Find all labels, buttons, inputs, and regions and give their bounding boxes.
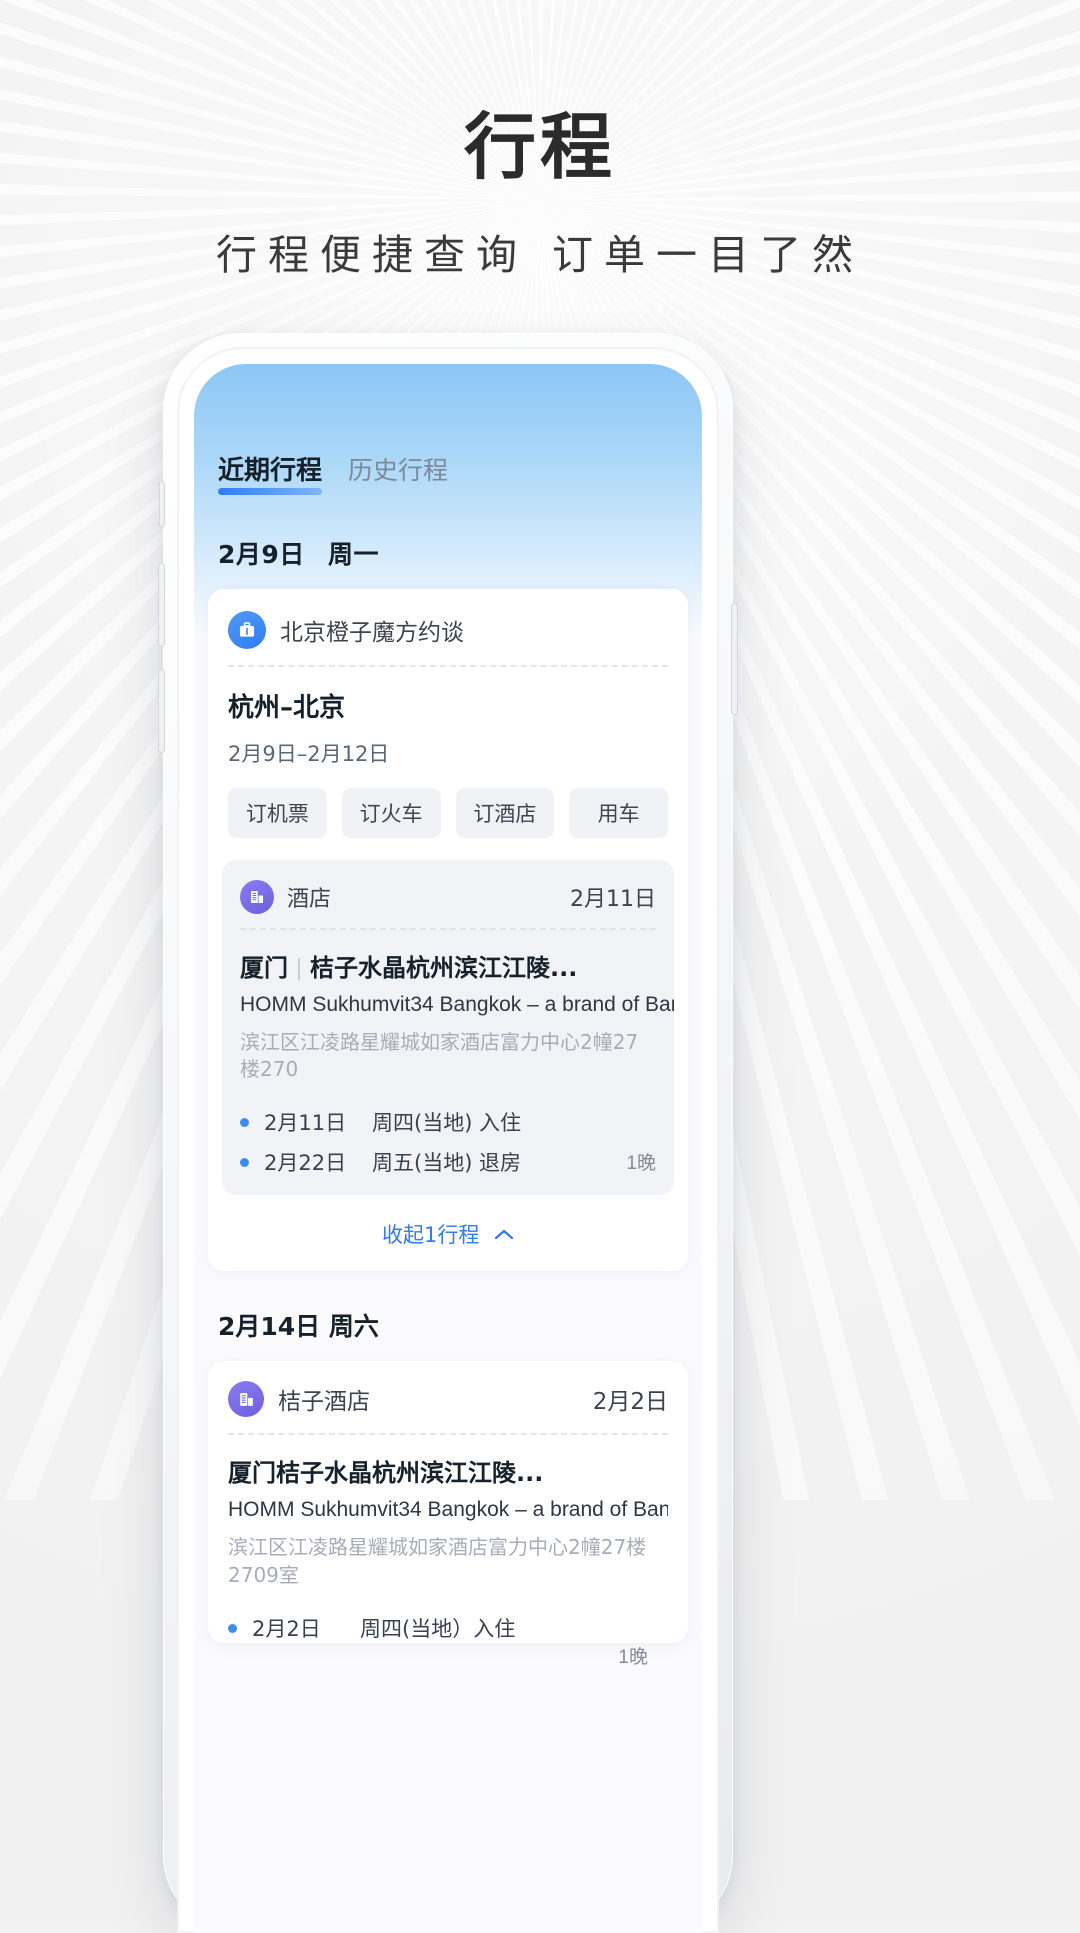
power-button[interactable] xyxy=(731,603,738,715)
day-header-1-date: 2月9日 xyxy=(218,540,305,569)
bullet-dot-icon xyxy=(228,1623,237,1633)
hotel-stay-rows: 2月11日 周四(当地) 入住 2月22日 周五(当地) 退房 1晚 xyxy=(222,1083,674,1177)
trip-date-range: 2月9日–2月12日 xyxy=(228,742,390,766)
nights-count: 1晚 xyxy=(626,1153,656,1174)
hotel-card-body: 厦门桔子水晶杭州滨江江陵... HOMM Sukhumvit34 Bangkok… xyxy=(208,1435,688,1668)
day-header-2-date: 2月14日 xyxy=(218,1312,321,1341)
hotel-type-label: 酒店 xyxy=(287,887,332,912)
hotel-card-stay-rows: 2月2日 周四(当地）入住 1晚 xyxy=(228,1589,668,1668)
bullet-dot-icon xyxy=(240,1157,249,1167)
book-car-button[interactable]: 用车 xyxy=(569,788,668,838)
hotel-card-name-en: HOMM Sukhumvit34 Bangkok – a brand of Ba… xyxy=(228,1498,668,1521)
app-content: 近期行程 历史行程 2月9日 周一 北京橙子魔方约谈 杭州–北京 2月9日–2月… xyxy=(194,364,702,1668)
checkout-row: 2月22日 周五(当地) 退房 xyxy=(240,1147,656,1177)
day-header-2: 2月14日 周六 xyxy=(194,1271,702,1343)
collapse-label: 收起1行程 xyxy=(381,1223,480,1247)
suitcase-icon xyxy=(228,611,266,649)
page-title: 行程 xyxy=(463,105,616,189)
checkout-detail: 周五(当地) 退房 xyxy=(372,1151,522,1175)
trip-route: 杭州–北京 xyxy=(228,693,346,723)
hotel-city: 厦门 xyxy=(240,954,288,982)
hotel-icon xyxy=(240,880,274,914)
hotel-card-header: 桔子酒店 2月2日 xyxy=(208,1379,688,1417)
day-header-2-weekday: 周六 xyxy=(328,1312,379,1341)
bullet-dot-icon xyxy=(240,1117,249,1127)
phone-bezel: 近期行程 历史行程 2月9日 周一 北京橙子魔方约谈 杭州–北京 2月9日–2月… xyxy=(177,347,719,1933)
checkout-date: 2月22日 xyxy=(264,1151,347,1175)
collapse-trips-link[interactable]: 收起1行程 xyxy=(208,1195,688,1271)
hotel-icon xyxy=(228,1381,264,1417)
book-train-button[interactable]: 订火车 xyxy=(341,788,441,838)
hotel-card-city: 厦门 xyxy=(228,1459,276,1487)
hotel-name-en: HOMM Sukhumvit34 Bangkok – a brand of Ba… xyxy=(240,993,674,1016)
hotel-card[interactable]: 桔子酒店 2月2日 厦门桔子水晶杭州滨江江陵... HOMM Sukhumvit… xyxy=(208,1361,688,1668)
mute-switch[interactable] xyxy=(159,481,165,527)
book-flight-button[interactable]: 订机票 xyxy=(228,788,327,838)
hotel-name: 桔子水晶杭州滨江江陵... xyxy=(310,954,578,982)
page-subtitle: 行程便捷查询 订单一目了然 xyxy=(215,231,865,280)
phone-screen: 近期行程 历史行程 2月9日 周一 北京橙子魔方约谈 杭州–北京 2月9日–2月… xyxy=(194,364,702,1933)
phone-mockup: 近期行程 历史行程 2月9日 周一 北京橙子魔方约谈 杭州–北京 2月9日–2月… xyxy=(158,333,738,1933)
checkin-row: 2月2日 周四(当地）入住 xyxy=(228,1613,668,1643)
checkin-row: 2月11日 周四(当地) 入住 xyxy=(240,1107,656,1137)
hotel-card-date: 2月2日 xyxy=(592,1389,668,1415)
tab-recent-trips[interactable]: 近期行程 xyxy=(218,450,323,495)
hotel-card-type-label: 桔子酒店 xyxy=(278,1389,370,1415)
hotel-name-line: 厦门 桔子水晶杭州滨江江陵... xyxy=(222,930,674,983)
trip-card[interactable]: 北京橙子魔方约谈 杭州–北京 2月9日–2月12日 订机票 订火车 订酒店 用车 xyxy=(208,589,688,1271)
hotel-subcard-header: 酒店 2月11日 xyxy=(222,876,674,914)
checkin-detail: 周四(当地）入住 xyxy=(360,1617,516,1642)
hotel-card-address: 滨江区江凌路星耀城如家酒店富力中心2幢27楼2709室 xyxy=(228,1535,647,1587)
tab-history-trips[interactable]: 历史行程 xyxy=(348,451,448,493)
book-hotel-button[interactable]: 订酒店 xyxy=(455,788,555,838)
volume-up-button[interactable] xyxy=(158,563,165,647)
name-separator xyxy=(298,958,300,980)
day-header-1-weekday: 周一 xyxy=(328,540,380,569)
hotel-card-name-line: 厦门桔子水晶杭州滨江江陵... xyxy=(228,1435,668,1488)
hotel-subcard-date: 2月11日 xyxy=(570,887,656,912)
nights-count: 1晚 xyxy=(618,1647,648,1669)
volume-down-button[interactable] xyxy=(158,669,165,753)
checkin-date: 2月11日 xyxy=(264,1111,347,1135)
hotel-address: 滨江区江凌路星耀城如家酒店富力中心2幢27楼270 xyxy=(240,1030,639,1081)
chevron-up-icon xyxy=(494,1222,514,1246)
checkin-date: 2月2日 xyxy=(252,1617,321,1642)
marketing-headline: 行程 行程便捷查询 订单一目了然 xyxy=(0,105,1080,281)
hotel-card-name: 桔子水晶杭州滨江江陵... xyxy=(276,1459,544,1487)
trip-action-buttons: 订机票 订火车 订酒店 用车 xyxy=(208,768,688,860)
hotel-subcard[interactable]: 酒店 2月11日 厦门 桔子水晶杭州滨江江陵... HOMM Sukhumvit3… xyxy=(222,860,674,1195)
checkin-detail: 周四(当地) 入住 xyxy=(372,1111,522,1135)
trip-card-header: 北京橙子魔方约谈 xyxy=(208,605,688,649)
trip-card-title: 北京橙子魔方约谈 xyxy=(280,620,464,646)
tab-bar: 近期行程 历史行程 xyxy=(194,364,702,495)
day-header-1: 2月9日 周一 xyxy=(194,493,702,571)
